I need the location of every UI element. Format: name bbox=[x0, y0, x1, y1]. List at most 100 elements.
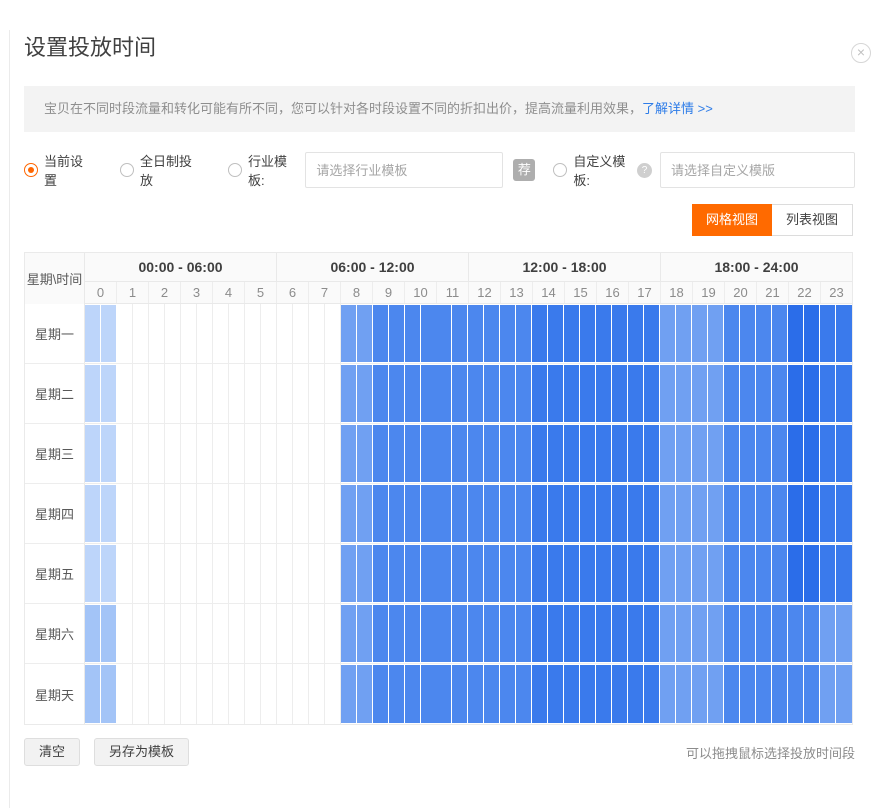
time-cell[interactable] bbox=[101, 304, 117, 363]
time-cell[interactable] bbox=[452, 604, 468, 663]
time-cell[interactable] bbox=[516, 544, 532, 603]
time-cell[interactable] bbox=[772, 484, 788, 543]
time-cell[interactable] bbox=[245, 364, 261, 423]
time-cell[interactable] bbox=[676, 304, 692, 363]
time-cell[interactable] bbox=[245, 664, 261, 724]
time-cell[interactable] bbox=[277, 424, 293, 483]
time-cell[interactable] bbox=[229, 304, 245, 363]
time-cell[interactable] bbox=[436, 604, 452, 663]
time-cell[interactable] bbox=[325, 484, 341, 543]
time-cell[interactable] bbox=[101, 364, 117, 423]
time-cell[interactable] bbox=[820, 544, 836, 603]
time-cell[interactable] bbox=[724, 364, 740, 423]
time-cell[interactable] bbox=[548, 484, 564, 543]
time-cell[interactable] bbox=[101, 544, 117, 603]
radio-current-setting[interactable]: 当前设置 bbox=[24, 151, 90, 189]
time-cell[interactable] bbox=[293, 424, 309, 483]
time-cell[interactable] bbox=[389, 604, 405, 663]
time-cell[interactable] bbox=[628, 364, 644, 423]
time-cell[interactable] bbox=[133, 544, 149, 603]
time-cell[interactable] bbox=[692, 424, 708, 483]
time-cell[interactable] bbox=[85, 544, 101, 603]
time-cell[interactable] bbox=[436, 304, 452, 363]
time-cell[interactable] bbox=[149, 424, 165, 483]
time-cell[interactable] bbox=[772, 304, 788, 363]
time-cell[interactable] bbox=[293, 484, 309, 543]
time-cell[interactable] bbox=[660, 544, 676, 603]
time-cell[interactable] bbox=[532, 484, 548, 543]
time-cell[interactable] bbox=[724, 664, 740, 724]
time-cell[interactable] bbox=[628, 544, 644, 603]
time-cell[interactable] bbox=[197, 664, 213, 724]
time-cell[interactable] bbox=[405, 304, 421, 363]
time-cell[interactable] bbox=[548, 664, 564, 724]
time-cell[interactable] bbox=[580, 544, 596, 603]
time-cell[interactable] bbox=[101, 664, 117, 724]
time-cell[interactable] bbox=[117, 304, 133, 363]
time-cell[interactable] bbox=[660, 484, 676, 543]
time-cell[interactable] bbox=[484, 664, 500, 724]
time-cell[interactable] bbox=[325, 304, 341, 363]
time-cell[interactable] bbox=[836, 544, 851, 603]
time-cell[interactable] bbox=[101, 484, 117, 543]
time-cell[interactable] bbox=[740, 304, 756, 363]
time-cell[interactable] bbox=[277, 304, 293, 363]
time-cell[interactable] bbox=[468, 544, 484, 603]
time-cell[interactable] bbox=[804, 304, 820, 363]
time-cell[interactable] bbox=[676, 364, 692, 423]
time-cell[interactable] bbox=[309, 544, 325, 603]
time-cell[interactable] bbox=[676, 424, 692, 483]
time-cell[interactable] bbox=[261, 304, 277, 363]
time-cell[interactable] bbox=[309, 664, 325, 724]
time-cell[interactable] bbox=[564, 424, 580, 483]
time-cell[interactable] bbox=[149, 484, 165, 543]
time-cell[interactable] bbox=[436, 544, 452, 603]
clear-button[interactable]: 清空 bbox=[24, 738, 80, 766]
time-cell[interactable] bbox=[405, 364, 421, 423]
time-cell[interactable] bbox=[692, 364, 708, 423]
time-cell[interactable] bbox=[277, 484, 293, 543]
time-cell[interactable] bbox=[277, 664, 293, 724]
time-cell[interactable] bbox=[804, 544, 820, 603]
time-cell[interactable] bbox=[117, 364, 133, 423]
time-cell[interactable] bbox=[149, 364, 165, 423]
time-cell[interactable] bbox=[692, 304, 708, 363]
time-cell[interactable] bbox=[373, 484, 389, 543]
time-cell[interactable] bbox=[564, 604, 580, 663]
time-cell[interactable] bbox=[452, 484, 468, 543]
time-cell[interactable] bbox=[245, 424, 261, 483]
time-cell[interactable] bbox=[596, 544, 612, 603]
time-cell[interactable] bbox=[532, 304, 548, 363]
time-cell[interactable] bbox=[484, 484, 500, 543]
time-cell[interactable] bbox=[628, 424, 644, 483]
time-cell[interactable] bbox=[261, 664, 277, 724]
time-cell[interactable] bbox=[421, 484, 437, 543]
time-cell[interactable] bbox=[101, 424, 117, 483]
time-cell[interactable] bbox=[788, 604, 804, 663]
time-cell[interactable] bbox=[516, 424, 532, 483]
time-cell[interactable] bbox=[181, 664, 197, 724]
time-cell[interactable] bbox=[213, 604, 229, 663]
time-cell[interactable] bbox=[484, 424, 500, 483]
time-cell[interactable] bbox=[213, 544, 229, 603]
time-cell[interactable] bbox=[596, 424, 612, 483]
time-cell[interactable] bbox=[149, 304, 165, 363]
time-cell[interactable] bbox=[261, 424, 277, 483]
time-cell[interactable] bbox=[325, 424, 341, 483]
time-cell[interactable] bbox=[628, 484, 644, 543]
time-cell[interactable] bbox=[564, 364, 580, 423]
time-cell[interactable] bbox=[405, 484, 421, 543]
time-cell[interactable] bbox=[229, 604, 245, 663]
time-cell[interactable] bbox=[740, 424, 756, 483]
time-cell[interactable] bbox=[245, 304, 261, 363]
time-cell[interactable] bbox=[165, 304, 181, 363]
time-cell[interactable] bbox=[325, 604, 341, 663]
time-cell[interactable] bbox=[213, 364, 229, 423]
time-cell[interactable] bbox=[612, 604, 628, 663]
time-cell[interactable] bbox=[421, 304, 437, 363]
time-cell[interactable] bbox=[644, 484, 660, 543]
time-cell[interactable] bbox=[149, 664, 165, 724]
time-cell[interactable] bbox=[484, 604, 500, 663]
time-cell[interactable] bbox=[532, 604, 548, 663]
time-cell[interactable] bbox=[165, 424, 181, 483]
